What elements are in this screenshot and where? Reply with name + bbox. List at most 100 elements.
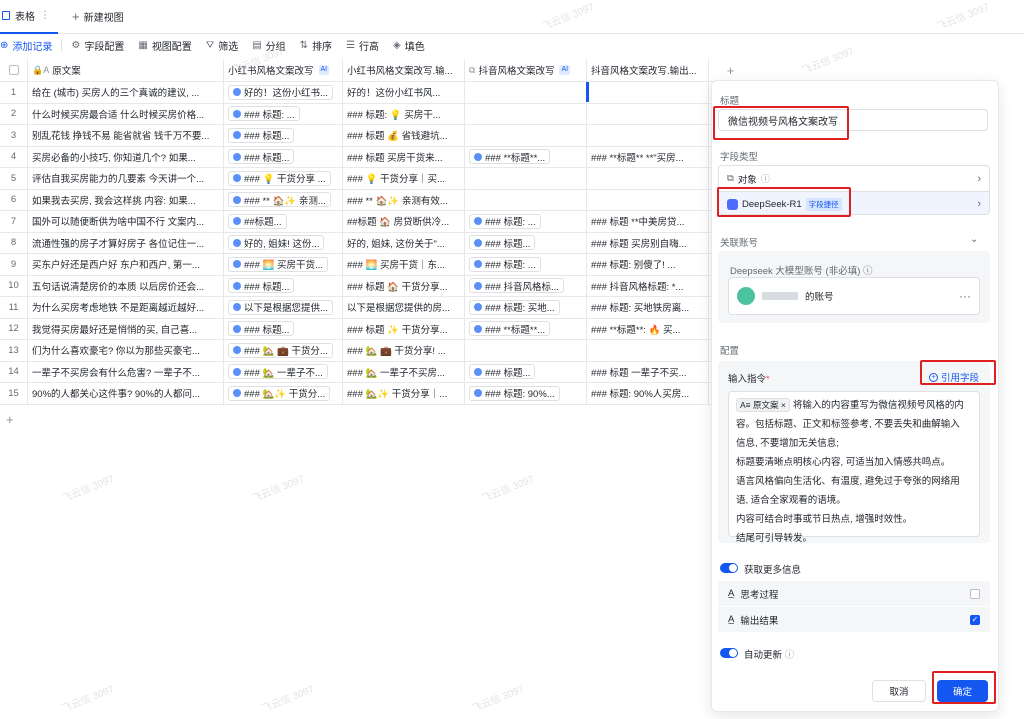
table-cell-n[interactable]: 7 xyxy=(0,211,28,232)
table-cell-c1[interactable]: 给在 (城市) 买房人的三个真诚的建议, ... xyxy=(28,82,224,103)
ai-result-chip[interactable]: ### 标题: 90%... xyxy=(469,385,560,401)
column-header-xhs-output[interactable]: 小红书风格文案改写.输... xyxy=(343,59,465,81)
table-cell-c3[interactable]: 以下是根据您提供的房... xyxy=(343,297,465,318)
table-cell-c3[interactable]: 好的！这份小红书风... xyxy=(343,82,465,103)
add-column-button[interactable]: + xyxy=(709,59,752,81)
cite-field-button[interactable]: + 引用字段 xyxy=(929,370,979,384)
add-row-button[interactable]: + xyxy=(6,412,14,427)
table-cell-n[interactable]: 4 xyxy=(0,146,28,167)
table-cell-c3[interactable]: ### 💡 干货分享｜买... xyxy=(343,168,465,189)
table-cell-c5[interactable]: ### 标题 **中美房贷... xyxy=(587,211,709,232)
table-cell-c2[interactable]: ### 🏡 💼 干货分... xyxy=(224,340,343,361)
table-cell-c4[interactable] xyxy=(465,189,587,210)
row-height-button[interactable]: ☰ 行高 xyxy=(339,34,386,56)
table-row[interactable]: 2 什么时候买房最合适 什么时候买房价格... ### 标题: ... ### 标题:… xyxy=(0,103,752,125)
field-type-deepseek-option[interactable]: DeepSeek-R1 字段捷径 › xyxy=(719,191,989,214)
table-cell-c3[interactable]: ### 🏡 一辈子不买房... xyxy=(343,361,465,382)
table-cell-n[interactable]: 1 xyxy=(0,82,28,103)
field-config-button[interactable]: ⚙ 字段配置 xyxy=(64,34,131,56)
table-cell-c1[interactable]: 流通性强的房子才算好房子 各位记住一... xyxy=(28,232,224,253)
new-view-button[interactable]: + 新建视图 xyxy=(72,9,124,24)
table-cell-c5[interactable]: ### 抖音风格标题: *... xyxy=(587,275,709,296)
table-cell-c1[interactable]: 买房必备的小技巧, 你知道几个? 如果... xyxy=(28,146,224,167)
ai-result-chip[interactable]: ### 标题... xyxy=(228,149,295,165)
table-cell-n[interactable]: 8 xyxy=(0,232,28,253)
table-cell-c2[interactable]: ### 🏡✨ 干货分... xyxy=(224,383,343,404)
output-result-option[interactable]: A̲ 输出结果 ✓ xyxy=(718,607,990,632)
account-selector[interactable]: 的账号 ··· xyxy=(728,277,980,315)
table-cell-c5[interactable] xyxy=(587,168,709,189)
table-cell-c5[interactable] xyxy=(587,103,709,124)
chevron-down-icon[interactable]: ⌄ xyxy=(970,234,978,245)
table-cell-c4[interactable]: ### 标题: ... xyxy=(465,211,587,232)
table-cell-n[interactable]: 13 xyxy=(0,340,28,361)
table-cell-c1[interactable]: 评估自我买房能力的几要素 今天讲一个... xyxy=(28,168,224,189)
table-cell-c2[interactable]: ### 🏡 一辈子不... xyxy=(224,361,343,382)
ai-result-chip[interactable]: ### 🏡✨ 干货分... xyxy=(228,385,331,401)
table-cell-c3[interactable]: ### 标题 🏠 干货分享... xyxy=(343,275,465,296)
fill-color-button[interactable]: ◈ 填色 xyxy=(386,34,432,56)
select-all-checkbox[interactable] xyxy=(8,65,19,75)
ai-result-chip[interactable]: ### ** 🏠✨ 亲测... xyxy=(228,192,331,208)
ai-result-chip[interactable]: ### 标题... xyxy=(228,127,295,143)
ai-result-chip[interactable]: ### 标题... xyxy=(469,235,536,251)
table-cell-n[interactable]: 12 xyxy=(0,318,28,339)
sort-button[interactable]: ⇅ 排序 xyxy=(293,34,339,56)
table-cell-c4[interactable]: ### 标题: 买地... xyxy=(465,297,587,318)
table-cell-c5[interactable] xyxy=(587,82,709,103)
ai-result-chip[interactable]: ### 🌅 买房干货... xyxy=(228,256,328,272)
table-row[interactable]: 7 国外可以随便断供为啥中国不行 文案内... ##标题... ##标题 🏠 房贷断供… xyxy=(0,211,752,233)
table-cell-c5[interactable]: ### 标题: 买地铁房离... xyxy=(587,297,709,318)
ai-result-chip[interactable]: ### 标题... xyxy=(228,321,295,337)
tab-table[interactable]: 表格 ⋮ xyxy=(0,0,58,34)
table-cell-c2[interactable]: 好的, 姐妹! 这份... xyxy=(224,232,343,253)
table-cell-c4[interactable]: ### 抖音风格标... xyxy=(465,275,587,296)
ai-result-chip[interactable]: ### 标题: ... xyxy=(469,213,541,229)
ai-result-chip[interactable]: 好的, 姐妹! 这份... xyxy=(228,235,325,251)
table-cell-n[interactable]: 3 xyxy=(0,125,28,146)
ai-result-chip[interactable]: 以下是根据您提供... xyxy=(228,299,333,315)
table-cell-c3[interactable]: ### 🏡 💼 干货分享! ... xyxy=(343,340,465,361)
table-cell-c5[interactable]: ### 标题 买房别自嗨... xyxy=(587,232,709,253)
table-cell-c5[interactable] xyxy=(587,189,709,210)
thinking-process-option[interactable]: A̲ 思考过程 xyxy=(718,581,990,606)
more-vertical-icon[interactable]: ⋮ xyxy=(40,10,50,21)
table-row[interactable]: 12 我觉得买房最好还是悄悄的买, 自己喜... ### 标题... ### 标题 ✨… xyxy=(0,318,752,340)
add-record-button[interactable]: ⊕ 添加记录 xyxy=(0,34,59,56)
table-row[interactable]: 6 如果我去买房, 我会这样挑 内容: 如果... ### ** 🏠✨ 亲测... #… xyxy=(0,189,752,211)
ai-result-chip[interactable]: ### 抖音风格标... xyxy=(469,278,564,294)
ai-result-chip[interactable]: ### 标题... xyxy=(228,278,295,294)
table-cell-c2[interactable]: 以下是根据您提供... xyxy=(224,297,343,318)
table-cell-c5[interactable] xyxy=(587,340,709,361)
table-row[interactable]: 3 别乱花钱 挣钱不易 能省就省 钱千万不要... ### 标题... ### 标题 … xyxy=(0,125,752,147)
table-cell-c3[interactable]: ### 🏡✨ 干货分享｜... xyxy=(343,383,465,404)
table-row[interactable]: 10 五句话说清楚房价的本质 以后房价还会... ### 标题... ### 标题 🏠… xyxy=(0,275,752,297)
auto-update-toggle[interactable] xyxy=(720,648,738,658)
table-cell-c5[interactable]: ### 标题 一辈子不买... xyxy=(587,361,709,382)
ai-result-chip[interactable]: ##标题... xyxy=(228,213,287,229)
table-cell-c4[interactable] xyxy=(465,82,587,103)
table-cell-c2[interactable]: ### 标题... xyxy=(224,318,343,339)
table-cell-c2[interactable]: ### 标题... xyxy=(224,125,343,146)
output-result-checkbox[interactable]: ✓ xyxy=(970,614,980,625)
ai-result-chip[interactable]: ### 标题... xyxy=(469,364,536,380)
table-cell-c2[interactable]: 好的！这份小红书... xyxy=(224,82,343,103)
table-cell-c2[interactable]: ### 标题... xyxy=(224,275,343,296)
prompt-textarea[interactable]: A≡ 原文案 × 将输入的内容重写为微信视频号风格的内 容。包括标题、正文和标签参… xyxy=(728,391,980,544)
table-cell-n[interactable]: 11 xyxy=(0,297,28,318)
table-cell-n[interactable]: 2 xyxy=(0,103,28,124)
table-cell-c3[interactable]: ### 标题 💰 省钱避坑... xyxy=(343,125,465,146)
table-cell-c1[interactable]: 买东户好还是西户好 东户和西户, 第一... xyxy=(28,254,224,275)
table-cell-c2[interactable]: ### 💡 干货分享 ... xyxy=(224,168,343,189)
table-cell-c2[interactable]: ### ** 🏠✨ 亲测... xyxy=(224,189,343,210)
cancel-button[interactable]: 取消 xyxy=(872,680,926,702)
column-header-douyin-rewrite[interactable]: ⧉ 抖音风格文案改写 AI xyxy=(465,59,587,81)
ai-result-chip[interactable]: ### 🏡 一辈子不... xyxy=(228,364,328,380)
table-cell-c1[interactable]: 一辈子不买房会有什么危害? 一辈子不... xyxy=(28,361,224,382)
table-cell-n[interactable]: 9 xyxy=(0,254,28,275)
table-cell-n[interactable]: 14 xyxy=(0,361,28,382)
ai-result-chip[interactable]: ### **标题**... xyxy=(469,149,551,165)
filter-button[interactable]: ⛛ 筛选 xyxy=(199,34,245,56)
field-title-input[interactable]: 微信视频号风格文案改写 xyxy=(718,109,988,131)
table-row[interactable]: 11 为什么买房考虑地铁 不是距离越近越好... 以下是根据您提供... 以下是根据您… xyxy=(0,297,752,319)
